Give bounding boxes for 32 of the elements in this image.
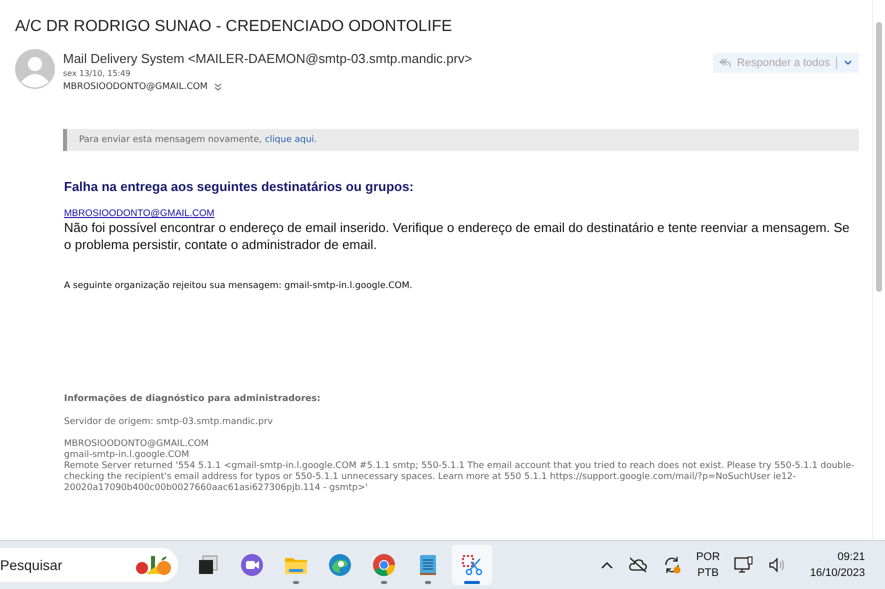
overlapping-squares-icon [196, 553, 220, 577]
origin-server: Servidor de origem: smtp-03.smtp.mandic.prv [64, 417, 274, 428]
recipient-link[interactable]: MBROSIOODONTO@GMAIL.COM [64, 208, 859, 219]
recipient: MBROSIOODONTO@GMAIL.COM [63, 82, 208, 92]
scrollbar[interactable] [872, 0, 885, 540]
search-field[interactable]: Pesquisar [0, 548, 178, 582]
email-subject: A/C DR RODRIGO SUNAO - CREDENCIADO ODONTOLIFE [15, 18, 454, 36]
diagnostic-line: Remote Server returned '554 5.1.1 <gmail-smtp-in.l.google.COM #5.1.1 smtp; 550-5.1.1 The email account that you tried to reach does not exist. Please try 550-5.1.1 double-checking the recipient's email address for typos or 550-5.1.1 unnecessary spaces. Learn more at 550 5.1.1 https://support.google.com/mail/?p=NoSuchUser ie12-20020a17090b400c00b0027660aac61asi627306pjb.114 - gsmtp>' [64, 461, 856, 494]
avatar-icon [15, 49, 55, 89]
failure-heading: Falha na entrega aos seguintes destinatários ou grupos: [64, 179, 415, 194]
diagnostic-line: MBROSIOODONTO@GMAIL.COM [64, 439, 210, 450]
clock[interactable]: 09:21 16/10/2023 [810, 549, 865, 581]
food-doodle-icon [134, 554, 174, 576]
failure-explanation: Não foi possível encontrar o endereço de email inserido. Verifique o endereço de email do destinatário e tente reenviar a mensagem. Se o problema persistir, contate o administrador de email. [64, 219, 851, 253]
speaker-icon[interactable] [768, 557, 786, 573]
caret-up-icon[interactable] [600, 560, 614, 570]
rejection-note: A seguinte organização rejeitou sua mensagem: gmail-smtp-in.l.google.COM. [64, 281, 414, 291]
resend-link[interactable]: clique aqui. [264, 135, 317, 145]
resend-notice: Para enviar esta mensagem novamente, clique aqui. [63, 129, 859, 151]
scissors-icon [460, 553, 484, 577]
diagnostics-heading: Informações de diagnóstico para administradores: [64, 394, 322, 405]
sent-date: sex 13/10, 15:49 [63, 69, 132, 78]
sender-name: Mail Delivery System <MAILER-DAEMON@smtp-03.smtp.mandic.prv> [63, 51, 474, 66]
browser-circle-icon [372, 553, 396, 577]
input-language[interactable]: POR PTB [696, 549, 720, 581]
browser-swirl-icon [328, 553, 352, 577]
network-icon[interactable] [734, 556, 754, 574]
video-camera-icon [240, 553, 264, 577]
reply-all-icon [719, 57, 732, 69]
expand-icon[interactable] [214, 83, 222, 91]
cloud-off-icon[interactable] [628, 557, 648, 573]
diagnostic-line: gmail-smtp-in.l.google.COM [64, 450, 190, 461]
